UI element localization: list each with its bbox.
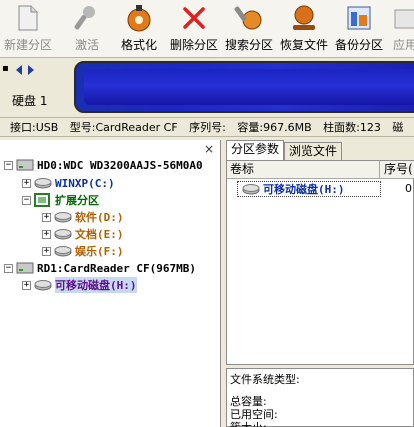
format-button[interactable]: 格式化 — [121, 2, 157, 56]
delete-partition-button[interactable]: 删除分区 — [170, 2, 218, 56]
tree-label-winxp: WINXP(C:) — [55, 176, 115, 190]
partition-icon — [34, 278, 52, 292]
tree-item-entertainment[interactable]: + 娱乐(F:) — [42, 243, 124, 259]
cluster-size-label: 簇大小: — [230, 419, 267, 427]
tab-bar: 分区参数 浏览文件 — [226, 140, 343, 162]
column-divider[interactable] — [379, 161, 380, 179]
tree-label-rd1: RD1:CardReader CF(967MB) — [37, 261, 196, 275]
serial-info: 序列号: — [189, 121, 226, 134]
tree-item-winxp[interactable]: + WINXP(C:) — [22, 175, 115, 191]
hard-disk-icon — [16, 158, 34, 172]
tree-label-software: 软件(D:) — [75, 211, 124, 224]
new-partition-label: 新建分区 — [4, 38, 53, 52]
recover-disk-icon — [289, 2, 319, 34]
activate-button[interactable]: 激活 — [72, 2, 102, 56]
pin-icon[interactable]: ▪ — [2, 63, 9, 74]
row-volume-label: 可移动磁盘(H:) — [263, 182, 345, 196]
backup-partition-icon — [344, 2, 374, 34]
new-document-icon — [13, 2, 43, 34]
collapse-icon[interactable]: − — [22, 195, 31, 205]
activate-label: 激活 — [74, 38, 99, 52]
partition-detail-panel: 分区参数 浏览文件 卷标 序号( 可移动磁盘(H:) 0 文件系统类型: 总容量… — [222, 140, 414, 427]
search-partition-button[interactable]: 搜索分区 — [225, 2, 273, 56]
expand-icon[interactable]: + — [42, 229, 51, 239]
toolbar: 新建分区 激活 格式化 删除分区 搜索分区 恢复文件 备份分区 应用 — [0, 0, 414, 58]
truncated-info: 磁 — [392, 121, 404, 134]
extended-partition-icon — [34, 193, 52, 207]
expand-icon[interactable]: + — [22, 280, 31, 290]
apply-button[interactable]: 应用 — [390, 2, 414, 56]
delete-partition-label: 删除分区 — [170, 38, 219, 52]
tree-item-rd1[interactable]: − RD1:CardReader CF(967MB) — [4, 260, 196, 276]
wrench-gray-icon — [72, 2, 102, 34]
partition-icon — [242, 182, 260, 196]
collapse-icon[interactable]: − — [4, 263, 13, 273]
tree-label-extended: 扩展分区 — [55, 194, 99, 207]
tree-item-removable[interactable]: + 可移动磁盘(H:) — [22, 277, 137, 293]
disk-nav — [14, 64, 36, 76]
backup-partition-label: 备份分区 — [335, 38, 384, 52]
partition-details: 文件系统类型: 总容量: 已用空间: 簇大小: — [226, 368, 414, 427]
expand-icon[interactable]: + — [42, 212, 51, 222]
expand-icon[interactable]: + — [42, 246, 51, 256]
apply-label: 应用 — [392, 38, 414, 52]
tree-item-docs[interactable]: + 文档(E:) — [42, 226, 124, 242]
tree-label-entertainment: 娱乐(F:) — [75, 245, 124, 258]
cylinders-info: 柱面数:123 — [323, 121, 381, 134]
delete-x-icon — [179, 2, 209, 34]
tree-label-hd0: HD0:WDC WD3200AAJS-56M0A0 — [37, 158, 203, 172]
tree-item-hd0[interactable]: − HD0:WDC WD3200AAJS-56M0A0 — [4, 157, 203, 173]
close-panel-icon[interactable]: × — [204, 142, 214, 156]
new-partition-button[interactable]: 新建分区 — [4, 2, 52, 56]
tree-item-extended[interactable]: − 扩展分区 — [22, 192, 99, 208]
search-wrench-icon — [234, 2, 264, 34]
recover-files-label: 恢复文件 — [280, 38, 329, 52]
tab-browse-files[interactable]: 浏览文件 — [284, 142, 343, 160]
tree-label-docs: 文档(E:) — [75, 228, 124, 241]
tree-label-removable: 可移动磁盘(H:) — [55, 277, 137, 293]
column-number[interactable]: 序号( — [384, 161, 413, 178]
table-row[interactable]: 可移动磁盘(H:) 0 — [227, 180, 414, 198]
disk-info-line: 接口:USB 型号:CardReader CF 序列号: 容量:967.6MB … — [0, 117, 414, 137]
disk-partition-map[interactable] — [74, 61, 414, 113]
tree-item-software[interactable]: + 软件(D:) — [42, 209, 124, 225]
expand-icon[interactable]: + — [22, 178, 31, 188]
disk-tree-panel: × − HD0:WDC WD3200AAJS-56M0A0 + WINXP(C:… — [0, 140, 221, 427]
partition-icon — [54, 244, 72, 258]
format-label: 格式化 — [121, 38, 158, 52]
prev-disk-icon[interactable] — [14, 64, 23, 76]
row-number-cell: 0 — [405, 182, 412, 195]
capacity-info: 容量:967.6MB — [237, 121, 312, 134]
column-volume-label[interactable]: 卷标 — [230, 161, 254, 178]
partition-table: 卷标 序号( 可移动磁盘(H:) 0 — [226, 160, 414, 365]
fs-type-label: 文件系统类型: — [230, 373, 300, 386]
next-disk-icon[interactable] — [27, 64, 36, 76]
table-header: 卷标 序号( — [227, 161, 414, 179]
model-info: 型号:CardReader CF — [69, 121, 178, 134]
apply-icon — [390, 2, 414, 34]
disk-bar: ▪ 硬盘 1 — [0, 59, 414, 116]
backup-partition-button[interactable]: 备份分区 — [335, 2, 383, 56]
interface-info: 接口:USB — [10, 121, 59, 134]
tab-partition-params[interactable]: 分区参数 — [226, 140, 285, 160]
recover-files-button[interactable]: 恢复文件 — [280, 2, 328, 56]
removable-disk-icon — [16, 261, 34, 275]
partition-icon — [54, 227, 72, 241]
format-disk-icon — [124, 2, 154, 34]
partition-icon — [34, 176, 52, 190]
partition-icon — [54, 210, 72, 224]
disk-label: 硬盘 1 — [12, 94, 48, 108]
search-partition-label: 搜索分区 — [225, 38, 274, 52]
row-volume-cell[interactable]: 可移动磁盘(H:) — [237, 181, 381, 197]
partition-block[interactable] — [84, 69, 414, 105]
collapse-icon[interactable]: − — [4, 160, 13, 170]
